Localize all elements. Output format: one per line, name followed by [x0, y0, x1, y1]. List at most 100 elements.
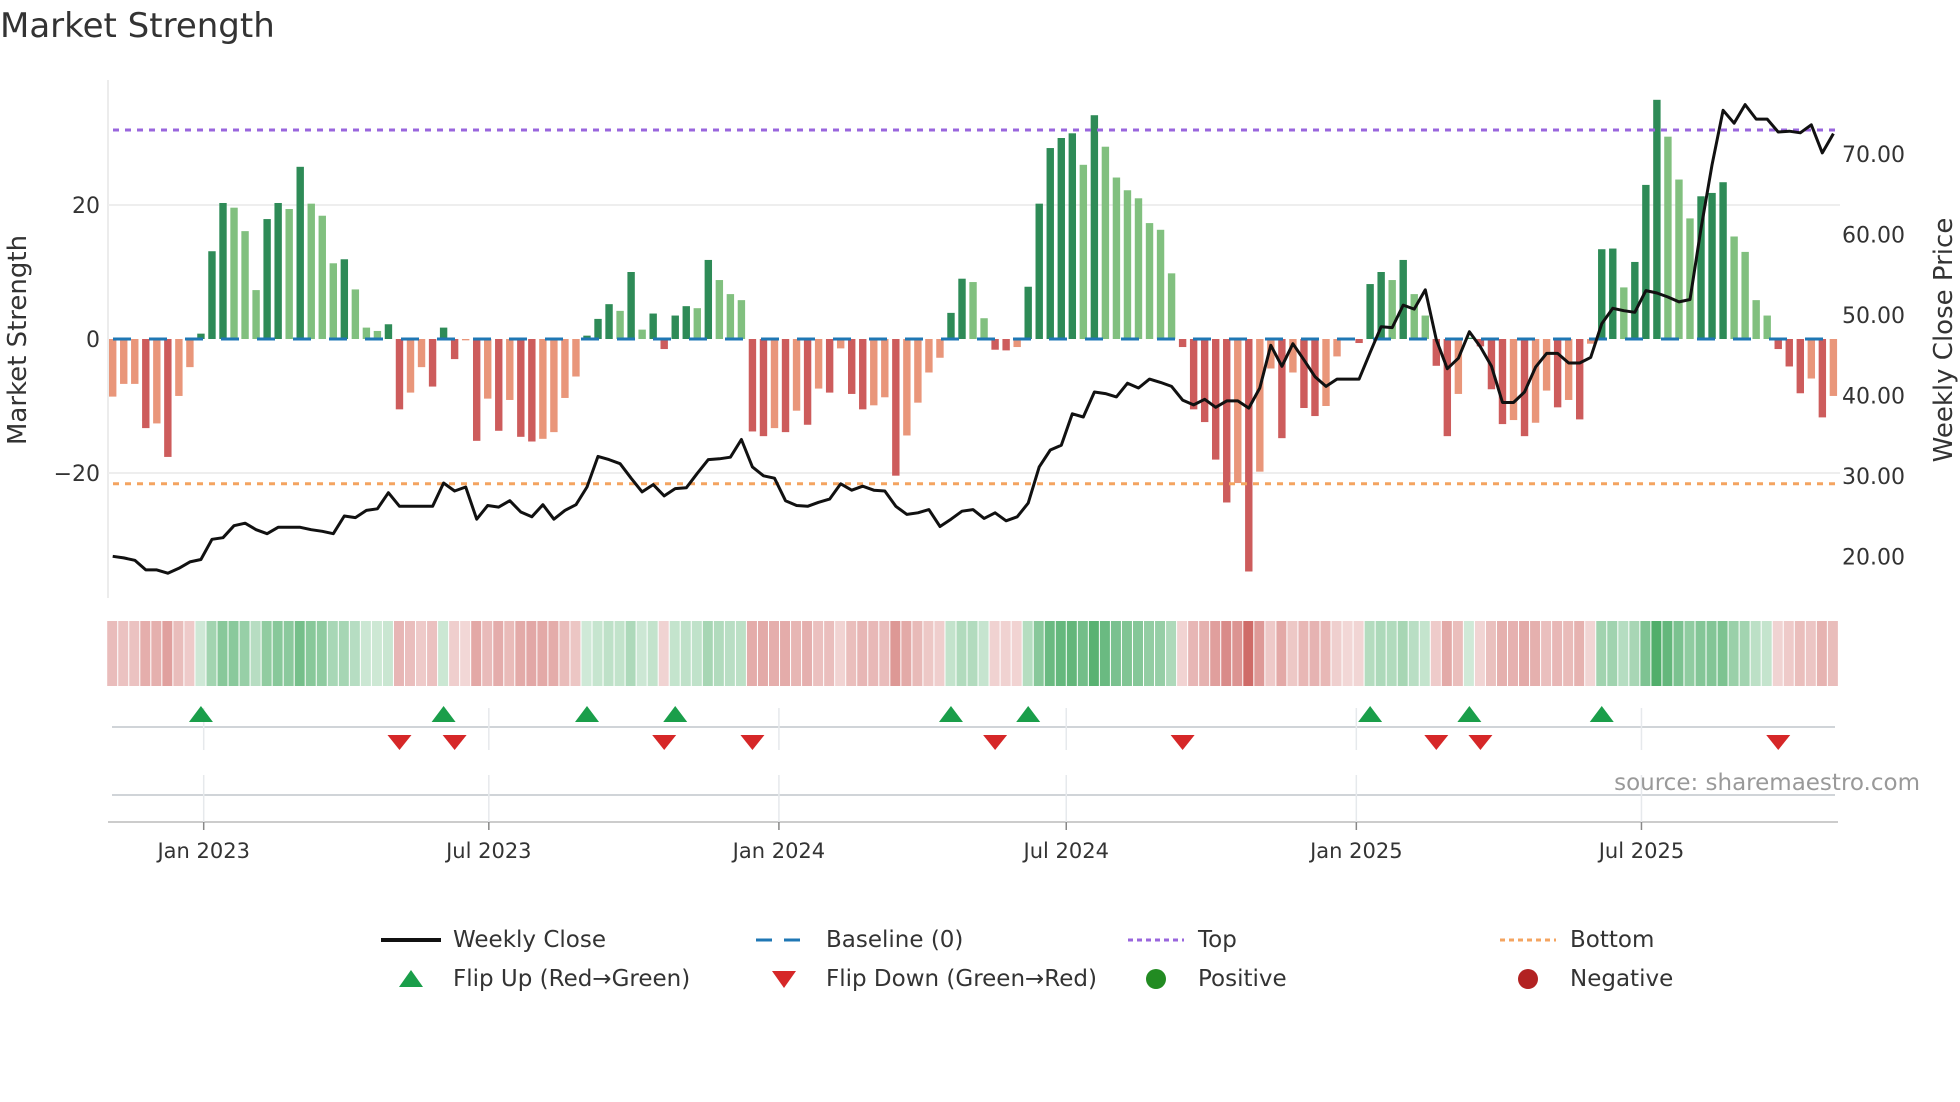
strength-bar — [263, 219, 271, 339]
heatmap-cell — [1309, 621, 1320, 686]
strength-bar — [1278, 339, 1286, 439]
strength-bar — [649, 313, 657, 339]
strength-bar — [1388, 280, 1396, 339]
heatmap-cell — [1530, 621, 1541, 686]
heatmap-cell — [1673, 621, 1684, 686]
heatmap-cell — [945, 621, 956, 686]
strength-bar — [605, 304, 613, 339]
heatmap-cell — [1000, 621, 1011, 686]
y-axis-title: Market Strength — [3, 235, 33, 445]
y-tick-label: 0 — [86, 328, 100, 353]
heatmap-cell — [460, 621, 471, 686]
strength-bar — [384, 324, 393, 339]
heatmap-cell — [1364, 621, 1375, 686]
heatmap-cell — [1232, 621, 1243, 686]
heatmap-cell — [1805, 621, 1816, 686]
heatmap-cell — [1419, 621, 1430, 686]
strength-bar — [153, 339, 161, 424]
strength-bar — [1774, 339, 1782, 350]
heatmap-cell — [824, 621, 835, 686]
flip-down-marker — [652, 735, 677, 750]
heatmap-cell — [1827, 621, 1838, 686]
heatmap-cell — [504, 621, 515, 686]
heatmap-cell — [1177, 621, 1188, 686]
heatmap-cell — [184, 621, 195, 686]
strength-bar — [770, 339, 779, 429]
heatmap-cell — [327, 621, 338, 686]
strength-bar — [903, 339, 911, 436]
heatmap-cell — [1452, 621, 1463, 686]
flip-up-marker — [663, 706, 688, 722]
heatmap-cell — [1188, 621, 1199, 686]
strength-bar — [450, 339, 459, 360]
strength-bar — [230, 207, 238, 339]
strength-bar — [1156, 229, 1165, 339]
strength-bar — [417, 339, 426, 368]
strength-bar — [1719, 182, 1727, 339]
strength-bar — [1167, 273, 1176, 339]
y2-tick-label: 70.00 — [1842, 143, 1905, 168]
heatmap-cell — [537, 621, 548, 686]
heatmap-cell — [173, 621, 184, 686]
heatmap-cell — [1353, 621, 1364, 686]
strength-bar — [627, 272, 635, 339]
heatmap-cell — [316, 621, 327, 686]
strength-bar — [1454, 339, 1463, 394]
heatmap-cell — [1375, 621, 1386, 686]
heatmap-cell — [1254, 621, 1265, 686]
strength-bar — [1068, 133, 1077, 339]
heatmap-cell — [1022, 621, 1033, 686]
heatmap-cell — [1320, 621, 1331, 686]
heatmap-cell — [769, 621, 779, 686]
strength-bar — [142, 339, 150, 429]
strength-bar — [1421, 315, 1429, 339]
heatmap-cell — [724, 621, 735, 686]
heatmap-cell — [1199, 621, 1210, 686]
source-credit: source: sharemaestro.com — [1614, 770, 1920, 796]
strength-bar — [616, 310, 624, 339]
strength-bar — [1796, 339, 1804, 394]
flip-up-marker — [1457, 706, 1482, 722]
heatmap-cell — [548, 621, 559, 686]
heatmap-cell — [107, 621, 118, 686]
heatmap-cell — [1166, 621, 1177, 686]
heatmap-cell — [482, 621, 493, 686]
heatmap-cell — [1728, 621, 1739, 686]
strength-bar — [340, 259, 349, 339]
heatmap-cell — [713, 621, 724, 686]
heatmap-cell — [1210, 621, 1221, 686]
strength-bar — [914, 339, 922, 403]
strength-bar — [495, 339, 503, 431]
strength-bar — [164, 339, 172, 457]
heatmap-cell — [1816, 621, 1827, 686]
heatmap-cell — [1276, 621, 1287, 686]
strength-bar — [395, 339, 404, 410]
strength-bar — [1575, 339, 1584, 420]
heatmap-cell — [118, 621, 129, 686]
heatmap-cell — [427, 621, 438, 686]
strength-bar — [1410, 294, 1418, 339]
heatmap-cell — [1684, 621, 1695, 686]
flip-down-marker — [1468, 735, 1493, 750]
strength-bar — [638, 329, 646, 339]
heatmap-cell — [1055, 621, 1066, 686]
heatmap-cell — [1552, 621, 1563, 686]
strength-bar — [1223, 339, 1231, 503]
strength-bar — [362, 327, 371, 339]
strength-bar — [737, 300, 746, 339]
strength-bar — [274, 202, 282, 339]
heatmap-cell — [1772, 621, 1783, 686]
heatmap-cell — [1596, 621, 1607, 686]
strength-bar — [969, 282, 977, 339]
strength-bar — [1035, 203, 1043, 339]
heatmap-cell — [691, 621, 702, 686]
strength-bar — [594, 318, 602, 339]
strength-bar — [1443, 339, 1452, 437]
heatmap-cell — [1221, 621, 1232, 686]
heatmap-cell — [1563, 621, 1574, 686]
strength-bar — [296, 166, 304, 339]
strength-bar — [517, 339, 525, 437]
strength-bar — [307, 203, 315, 339]
heatmap-cell — [1750, 621, 1761, 686]
strength-bar — [1763, 315, 1771, 339]
